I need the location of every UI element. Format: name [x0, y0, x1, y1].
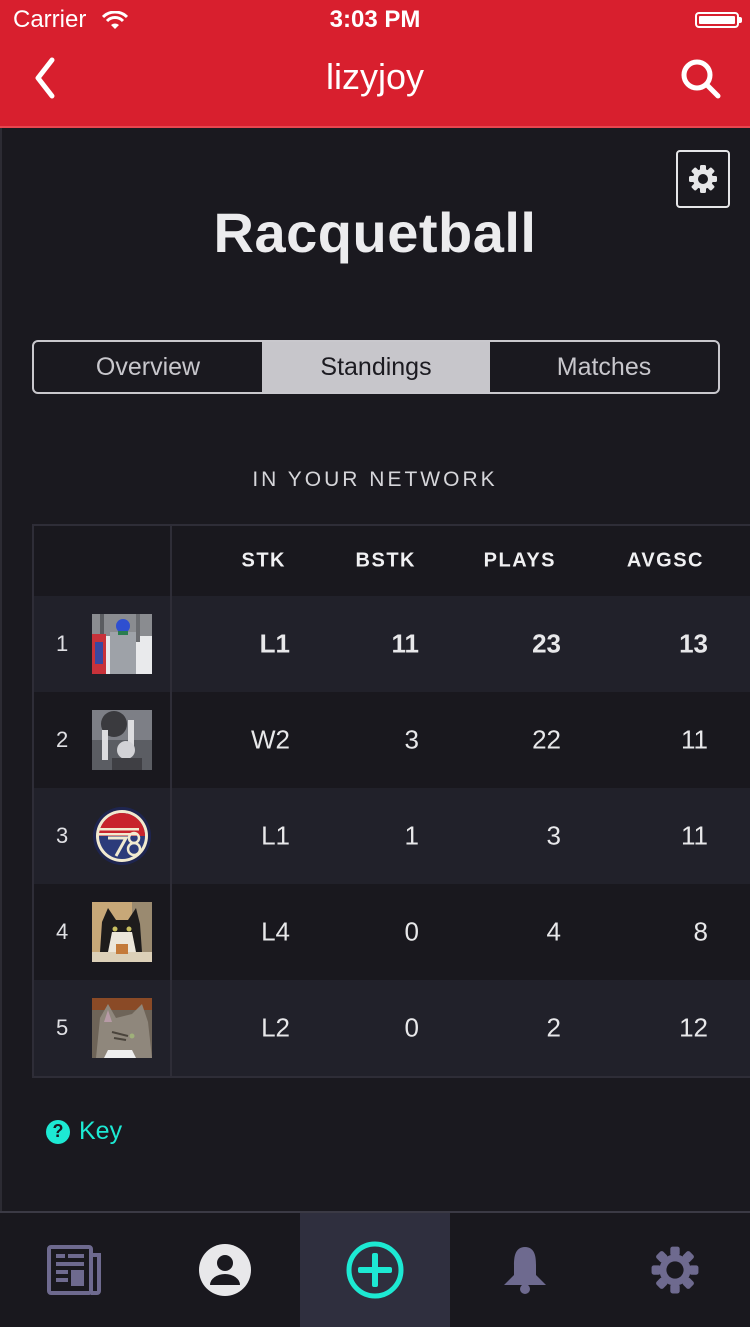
plays-value: 3 [546, 820, 561, 851]
bstk-value: 1 [404, 820, 419, 851]
bstk-value: 3 [404, 724, 419, 755]
tab-notifications[interactable] [450, 1213, 600, 1327]
gear-icon [651, 1246, 699, 1294]
page-title: Racquetball [213, 201, 537, 264]
stk-value: L1 [261, 820, 290, 851]
plays-value: 2 [546, 1012, 561, 1043]
table-row[interactable]: 3 L1 1 3 11 [34, 788, 750, 884]
segmented-control: Overview Standings Matches [32, 340, 720, 394]
search-button[interactable] [678, 56, 724, 102]
column-header-stk[interactable]: STK [242, 550, 287, 573]
avgsc-value: 11 [681, 724, 708, 755]
rank: 5 [56, 1015, 69, 1040]
avatar[interactable] [92, 614, 152, 674]
avgsc-value: 12 [679, 1012, 708, 1043]
avatar[interactable] [92, 710, 152, 770]
gear-icon [689, 165, 717, 193]
tab-profile[interactable] [150, 1213, 300, 1327]
key-link[interactable]: ? Key [46, 1117, 122, 1146]
tab-settings[interactable] [600, 1213, 750, 1327]
bstk-value: 11 [391, 628, 420, 659]
column-header-bstk[interactable]: BSTK [356, 550, 416, 573]
tab-add[interactable] [300, 1213, 450, 1327]
rank: 3 [56, 823, 69, 848]
stk-value: L1 [259, 628, 290, 659]
tab-news[interactable] [0, 1213, 150, 1327]
table-header: STK BSTK PLAYS AVGSC [34, 526, 750, 596]
standings-table: STK BSTK PLAYS AVGSC 1 L1 11 23 13 2 W2 … [32, 524, 750, 1078]
avgsc-value: 13 [679, 628, 708, 659]
top-bar: Carrier 3:03 PM lizyjoy [0, 0, 750, 128]
status-bar: Carrier 3:03 PM [0, 4, 750, 34]
avatar[interactable] [92, 902, 152, 962]
battery-icon [695, 12, 742, 28]
newspaper-icon [47, 1245, 101, 1295]
tab-overview[interactable]: Overview [34, 342, 262, 392]
plays-value: 22 [532, 724, 561, 755]
plays-value: 23 [532, 628, 561, 659]
section-label: IN YOUR NETWORK [252, 468, 498, 491]
bottom-tab-bar [0, 1211, 750, 1327]
user-icon [199, 1244, 251, 1296]
bstk-value: 0 [404, 916, 419, 947]
stk-value: L4 [261, 916, 290, 947]
avatar[interactable] [92, 998, 152, 1058]
avatar[interactable] [92, 806, 152, 866]
table-row[interactable]: 1 L1 11 23 13 [34, 596, 750, 692]
bstk-value: 0 [404, 1012, 419, 1043]
column-header-plays[interactable]: PLAYS [484, 550, 556, 573]
stk-value: L2 [261, 1012, 290, 1043]
rank: 2 [56, 727, 69, 752]
stk-value: W2 [251, 724, 290, 755]
plus-circle-icon [346, 1241, 404, 1299]
table-row[interactable]: 5 L2 0 2 12 [34, 980, 750, 1076]
nav-title: lizyjoy [325, 56, 424, 97]
clock: 3:03 PM [329, 6, 421, 33]
search-icon [681, 59, 721, 99]
help-icon: ? [46, 1119, 70, 1144]
tab-matches[interactable]: Matches [490, 342, 718, 392]
bell-icon [504, 1247, 546, 1294]
rank: 4 [56, 919, 69, 944]
table-row[interactable]: 4 L4 0 4 8 [34, 884, 750, 980]
key-label: Key [79, 1117, 123, 1145]
column-header-avgsc[interactable]: AVGSC [627, 550, 704, 573]
plays-value: 4 [546, 916, 561, 947]
tab-standings[interactable]: Standings [262, 342, 490, 392]
avgsc-value: 11 [681, 820, 708, 851]
table-row[interactable]: 2 W2 3 22 11 [34, 692, 750, 788]
avgsc-value: 8 [693, 916, 708, 947]
rank: 1 [56, 631, 69, 656]
